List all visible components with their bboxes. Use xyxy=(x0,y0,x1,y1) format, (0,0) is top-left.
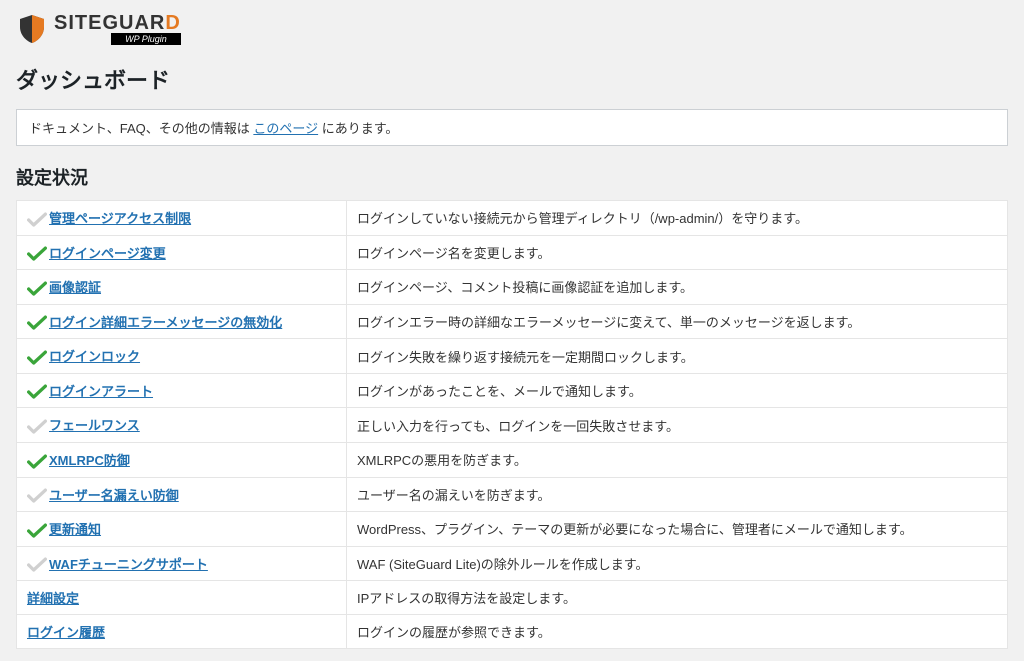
feature-link[interactable]: XMLRPC防御 xyxy=(49,453,130,468)
check-off-icon xyxy=(27,212,49,228)
table-row: フェールワンス 正しい入力を行っても、ログインを一回失敗させます。 xyxy=(17,408,1008,443)
feature-description: ログインしていない接続元から管理ディレクトリ（/wp-admin/）を守ります。 xyxy=(347,201,1008,236)
feature-link[interactable]: ログインページ変更 xyxy=(49,246,166,261)
feature-cell: ログイン履歴 xyxy=(17,615,347,649)
table-row: ログイン履歴 ログインの履歴が参照できます。 xyxy=(17,615,1008,649)
feature-cell: ログインページ変更 xyxy=(17,235,347,270)
help-link[interactable]: このページ xyxy=(253,121,318,136)
table-row: 画像認証 ログインページ、コメント投稿に画像認証を追加します。 xyxy=(17,270,1008,305)
check-on-icon xyxy=(27,281,49,297)
feature-link[interactable]: 詳細設定 xyxy=(27,591,79,606)
feature-link[interactable]: WAFチューニングサポート xyxy=(49,557,208,572)
table-row: ログインアラート ログインがあったことを、メールで通知します。 xyxy=(17,373,1008,408)
table-row: ユーザー名漏えい防御 ユーザー名の漏えいを防ぎます。 xyxy=(17,477,1008,512)
feature-link[interactable]: ログインロック xyxy=(49,349,140,364)
feature-cell: 管理ページアクセス制限 xyxy=(17,201,347,236)
feature-link[interactable]: 画像認証 xyxy=(49,280,101,295)
check-on-icon xyxy=(27,246,49,262)
feature-cell: 詳細設定 xyxy=(17,581,347,615)
table-row: 更新通知 WordPress、プラグイン、テーマの更新が必要になった場合に、管理者… xyxy=(17,512,1008,547)
feature-description: XMLRPCの悪用を防ぎます。 xyxy=(347,442,1008,477)
feature-description: ログインページ、コメント投稿に画像認証を追加します。 xyxy=(347,270,1008,305)
table-row: 詳細設定 IPアドレスの取得方法を設定します。 xyxy=(17,581,1008,615)
shield-icon xyxy=(16,13,48,45)
table-row: ログイン詳細エラーメッセージの無効化 ログインエラー時の詳細なエラーメッセージに変… xyxy=(17,304,1008,339)
feature-cell: フェールワンス xyxy=(17,408,347,443)
feature-link[interactable]: ログイン履歴 xyxy=(27,625,105,640)
help-suffix: にあります。 xyxy=(318,121,398,136)
feature-description: ログインページ名を変更します。 xyxy=(347,235,1008,270)
check-off-icon xyxy=(27,419,49,435)
feature-description: WAF (SiteGuard Lite)の除外ルールを作成します。 xyxy=(347,546,1008,581)
feature-description: ログインがあったことを、メールで通知します。 xyxy=(347,373,1008,408)
table-row: WAFチューニングサポート WAF (SiteGuard Lite)の除外ルールを… xyxy=(17,546,1008,581)
table-row: ログインページ変更 ログインページ名を変更します。 xyxy=(17,235,1008,270)
page-title: ダッシュボード xyxy=(16,63,1008,95)
feature-link[interactable]: 更新通知 xyxy=(49,522,101,537)
feature-cell: ログインアラート xyxy=(17,373,347,408)
plugin-logo: SITEGUARD WP Plugin xyxy=(16,12,1008,45)
check-off-icon xyxy=(27,557,49,573)
feature-cell: ログイン詳細エラーメッセージの無効化 xyxy=(17,304,347,339)
table-row: XMLRPC防御 XMLRPCの悪用を防ぎます。 xyxy=(17,442,1008,477)
check-on-icon xyxy=(27,523,49,539)
feature-description: 正しい入力を行っても、ログインを一回失敗させます。 xyxy=(347,408,1008,443)
feature-cell: 更新通知 xyxy=(17,512,347,547)
feature-cell: XMLRPC防御 xyxy=(17,442,347,477)
help-box: ドキュメント、FAQ、その他の情報は このページ にあります。 xyxy=(16,109,1008,146)
feature-link[interactable]: ログインアラート xyxy=(49,384,153,399)
table-row: 管理ページアクセス制限 ログインしていない接続元から管理ディレクトリ（/wp-ad… xyxy=(17,201,1008,236)
feature-link[interactable]: 管理ページアクセス制限 xyxy=(49,211,191,226)
feature-link[interactable]: フェールワンス xyxy=(49,418,140,433)
check-off-icon xyxy=(27,488,49,504)
status-table: 管理ページアクセス制限 ログインしていない接続元から管理ディレクトリ（/wp-ad… xyxy=(16,200,1008,649)
section-title: 設定状況 xyxy=(16,164,1008,190)
feature-description: WordPress、プラグイン、テーマの更新が必要になった場合に、管理者にメール… xyxy=(347,512,1008,547)
table-row: ログインロック ログイン失敗を繰り返す接続元を一定期間ロックします。 xyxy=(17,339,1008,374)
feature-link[interactable]: ユーザー名漏えい防御 xyxy=(49,488,179,503)
feature-description: ユーザー名の漏えいを防ぎます。 xyxy=(347,477,1008,512)
feature-cell: WAFチューニングサポート xyxy=(17,546,347,581)
feature-description: ログインの履歴が参照できます。 xyxy=(347,615,1008,649)
logo-subtitle: WP Plugin xyxy=(111,33,181,45)
check-on-icon xyxy=(27,315,49,331)
feature-description: ログインエラー時の詳細なエラーメッセージに変えて、単一のメッセージを返します。 xyxy=(347,304,1008,339)
feature-link[interactable]: ログイン詳細エラーメッセージの無効化 xyxy=(49,315,282,330)
logo-brand: SITEGUARD xyxy=(54,12,181,35)
check-on-icon xyxy=(27,384,49,400)
help-prefix: ドキュメント、FAQ、その他の情報は xyxy=(29,121,253,136)
check-on-icon xyxy=(27,350,49,366)
check-on-icon xyxy=(27,454,49,470)
feature-cell: ログインロック xyxy=(17,339,347,374)
feature-cell: 画像認証 xyxy=(17,270,347,305)
feature-description: ログイン失敗を繰り返す接続元を一定期間ロックします。 xyxy=(347,339,1008,374)
feature-description: IPアドレスの取得方法を設定します。 xyxy=(347,581,1008,615)
feature-cell: ユーザー名漏えい防御 xyxy=(17,477,347,512)
